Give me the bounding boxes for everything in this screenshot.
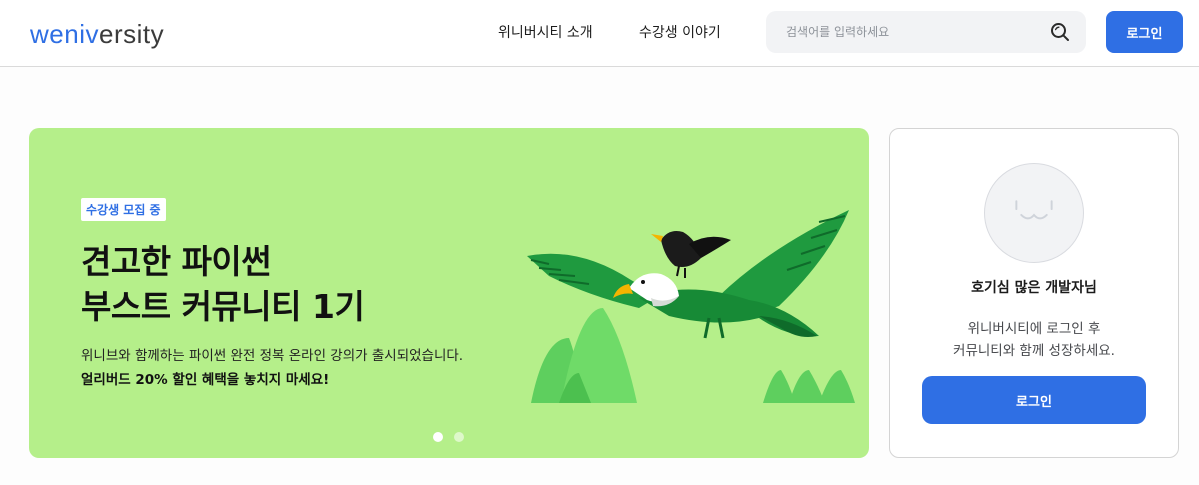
nav-link-about[interactable]: 위니버시티 소개: [498, 22, 593, 42]
carousel-pagination: [433, 432, 464, 442]
eagle-graphic: [527, 210, 849, 339]
login-card: 호기심 많은 개발자님 위니버시티에 로그인 후 커뮤니티와 함께 성장하세요.…: [889, 128, 1179, 458]
banner-description: 위니브와 함께하는 파이썬 완전 정복 온라인 강의가 출시되었습니다.: [81, 348, 464, 364]
logo-rest-text: ersity: [98, 18, 165, 49]
banner-promo-text: 얼리버드 20% 할인 혜택을 놓치지 마세요!: [81, 372, 330, 388]
weniversity-logo[interactable]: weniv ersity: [30, 17, 164, 51]
search-bar: [766, 11, 1086, 53]
nav-link-stories[interactable]: 수강생 이야기: [639, 22, 721, 42]
banner-headline-line2: 부스트 커뮤니티 1기: [81, 287, 365, 326]
blackbird-graphic: [651, 231, 731, 278]
banner-headline-line1: 견고한 파이썬: [81, 242, 272, 281]
card-description-line2: 커뮤니티와 함께 성장하세요.: [953, 343, 1115, 359]
site-header: weniversity 위니버시티 소개 수강생 이야기 로그인: [0, 0, 1199, 67]
eagle-illustration: [527, 210, 855, 403]
recruiting-badge: 수강생 모집 중: [81, 198, 166, 221]
card-title: 호기심 많은 개발자님: [971, 280, 1097, 296]
carousel-dot-2[interactable]: [454, 432, 464, 442]
search-icon[interactable]: [1050, 22, 1070, 42]
search-input[interactable]: [766, 11, 1046, 53]
header-login-button[interactable]: 로그인: [1106, 11, 1183, 53]
hills-graphic: [531, 308, 855, 403]
logo-accent-text: weniv: [30, 18, 99, 49]
carousel-dot-1[interactable]: [433, 432, 443, 442]
card-description-line1: 위니버시티에 로그인 후: [967, 321, 1101, 337]
smiley-avatar-icon: [984, 163, 1084, 263]
hero-banner[interactable]: 수강생 모집 중 견고한 파이썬 부스트 커뮤니티 1기 위니브와 함께하는 파…: [29, 128, 869, 458]
card-login-button[interactable]: 로그인: [922, 376, 1146, 424]
